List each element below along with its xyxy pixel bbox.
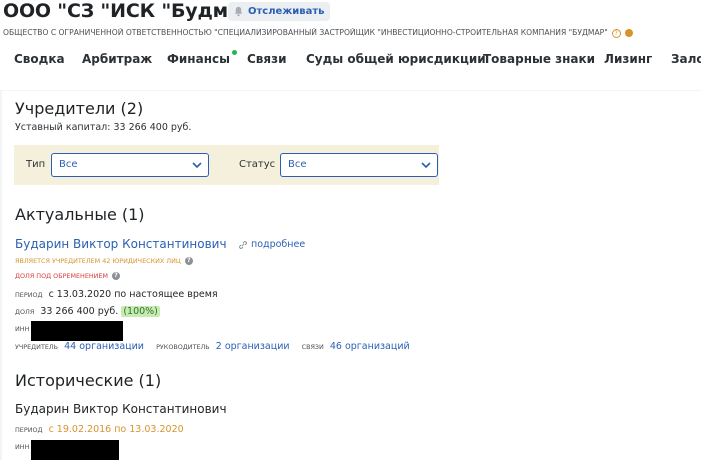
period-value: с 13.03.2020 по настоящее время — [48, 289, 218, 300]
filter-bar: Тип Все Статус Все — [14, 145, 439, 185]
founder-role-label: учредитель — [15, 343, 59, 351]
period-label: период — [15, 291, 43, 299]
more-details-link[interactable]: подробнее — [238, 239, 305, 250]
founder-orgs-link[interactable]: 44 организации — [64, 341, 144, 352]
encumbrance-text: Доля под обременением — [15, 272, 108, 280]
type-filter-label: Тип — [26, 159, 46, 170]
more-details-label: подробнее — [251, 239, 306, 250]
founder-of-note: Является учредителем 42 юридических лиц? — [15, 257, 193, 265]
historical-period-value: с 19.02.2016 по 13.03.2020 — [48, 424, 184, 435]
status-indicator-icon — [624, 29, 633, 37]
tab-connections[interactable]: Связи — [247, 52, 287, 66]
share-percent-badge: (100%) — [121, 306, 160, 317]
founders-card: Учредители (2) Уставный капитал: 33 266 … — [2, 91, 701, 460]
historical-founder-name: Бударин Виктор Константинович — [15, 402, 227, 416]
founder-links-row: учредитель 44 организации руководитель 2… — [15, 341, 410, 352]
tab-leasing[interactable]: Лизинг — [604, 52, 652, 66]
track-button[interactable]: Отслеживать — [228, 2, 331, 21]
actual-heading: Актуальные (1) — [15, 205, 145, 224]
authorized-capital: Уставный капитал: 33 266 400 руб. — [15, 122, 192, 133]
historical-period: период с 19.02.2016 по 13.03.2020 — [15, 424, 184, 435]
links-orgs-link[interactable]: 46 организаций — [330, 341, 410, 352]
share-label: доля — [15, 308, 35, 316]
help-icon[interactable]: ? — [112, 272, 120, 280]
type-filter-value: Все — [59, 159, 78, 170]
head-orgs-link[interactable]: 2 организации — [216, 341, 290, 352]
status-filter-value: Все — [288, 159, 307, 170]
status-info-icon[interactable]: ? — [611, 28, 621, 38]
encumbrance-note: Доля под обременением? — [15, 272, 120, 280]
actual-period: период с 13.03.2020 по настоящее время — [15, 289, 218, 300]
chevron-down-icon — [421, 162, 431, 169]
actual-share: доля 33 266 400 руб. (100%) — [15, 306, 160, 317]
inn-label: ИНН — [15, 443, 30, 451]
bell-icon — [234, 6, 243, 17]
tabs-bar: Сводка Арбитраж Финансы Связи Суды общей… — [0, 48, 701, 72]
company-title: ООО "СЗ "ИСК "Будмар" — [3, 0, 264, 22]
founders-heading: Учредители (2) — [15, 99, 144, 118]
links-label: связи — [301, 343, 324, 351]
chevron-down-icon — [192, 162, 202, 169]
tab-trademarks[interactable]: Товарные знаки — [483, 52, 595, 66]
tab-arbitration[interactable]: Арбитраж — [82, 52, 152, 66]
tab-finance[interactable]: Финансы — [167, 50, 237, 66]
period-label: период — [15, 426, 43, 434]
company-full-name: ОБЩЕСТВО С ОГРАНИЧЕННОЙ ОТВЕТСТВЕННОСТЬЮ… — [3, 28, 693, 38]
inn-label: ИНН — [15, 325, 30, 333]
link-icon — [239, 240, 247, 249]
tab-pledges[interactable]: Залоги — [671, 52, 701, 66]
historical-heading: Исторические (1) — [15, 371, 162, 390]
head-role-label: руководитель — [156, 343, 210, 351]
founder-name-link[interactable]: Бударин Виктор Константинович — [15, 237, 227, 251]
tab-finance-label: Финансы — [167, 52, 230, 66]
tab-courts[interactable]: Суды общей юрисдикции — [306, 52, 486, 66]
help-icon[interactable]: ? — [184, 257, 193, 265]
tab-summary[interactable]: Сводка — [14, 52, 65, 66]
company-full-name-text: ОБЩЕСТВО С ОГРАНИЧЕННОЙ ОТВЕТСТВЕННОСТЬЮ… — [3, 28, 608, 37]
status-filter-label: Статус — [239, 159, 276, 170]
status-filter-select[interactable]: Все — [280, 153, 438, 177]
new-indicator-icon — [231, 50, 237, 55]
type-filter-select[interactable]: Все — [51, 153, 209, 177]
redacted-inn — [31, 321, 123, 341]
redacted-inn — [31, 440, 119, 460]
share-value: 33 266 400 руб. — [40, 306, 119, 317]
company-header: ООО "СЗ "ИСК "Будмар" Отслеживать ОБЩЕСТ… — [0, 0, 701, 90]
track-button-label: Отслеживать — [248, 6, 325, 17]
founder-of-text: Является учредителем 42 юридических лиц — [15, 257, 181, 265]
